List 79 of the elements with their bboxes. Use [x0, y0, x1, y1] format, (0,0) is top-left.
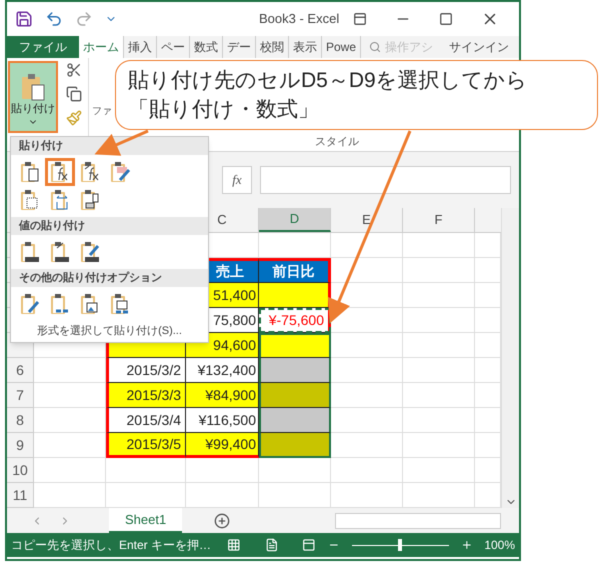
ribbon-display-icon[interactable]: [353, 12, 367, 26]
page-layout-icon[interactable]: [264, 538, 278, 552]
grid-cell: [403, 258, 475, 283]
grid-cell: [331, 383, 403, 408]
cut-icon[interactable]: [66, 62, 82, 78]
sign-in-button[interactable]: サインイン: [441, 36, 518, 58]
normal-view-icon[interactable]: [227, 538, 241, 552]
clipboard-icon: [48, 240, 72, 264]
save-icon[interactable]: [15, 10, 33, 28]
clipboard-icon: [108, 160, 132, 184]
column-header[interactable]: D: [259, 208, 331, 232]
table-cell: 前日比: [259, 258, 331, 283]
grid-cell: [331, 233, 403, 258]
table-cell: ¥132,400: [186, 358, 259, 383]
grid-cell: [331, 333, 403, 358]
grid-cell: [331, 433, 403, 458]
table-cell: 2015/3/5: [106, 433, 186, 458]
status-message: コピー先を選択し、Enter キーを押…: [11, 537, 212, 554]
ribbon-tab[interactable]: ホーム: [79, 36, 124, 58]
grid-cell: [403, 283, 475, 308]
menu-section-title: 値の貼り付け: [11, 217, 208, 235]
table-cell: 2015/3/4: [106, 408, 186, 433]
callout-line: 「貼り付け・数式」: [128, 97, 320, 123]
row-header[interactable]: 8: [7, 408, 34, 433]
grid-cell: [331, 258, 403, 283]
window-title: Book3 - Excel: [259, 10, 340, 28]
table-cell: 2015/3/3: [106, 383, 186, 408]
zoom-slider[interactable]: [352, 539, 449, 551]
row-header[interactable]: 6: [7, 358, 34, 383]
formula-input[interactable]: [260, 166, 511, 194]
row-header[interactable]: 11: [7, 483, 34, 508]
maximize-icon[interactable]: [439, 12, 453, 26]
column-header[interactable]: E: [331, 208, 403, 232]
grid-cell: [331, 358, 403, 383]
group-label: スタイル: [315, 134, 359, 150]
table-cell: ¥99,400: [186, 433, 259, 458]
table-cell: ¥116,500: [186, 408, 259, 433]
slider-thumb[interactable]: [398, 539, 402, 551]
grid-cell: [403, 383, 475, 408]
sheet-tab[interactable]: Sheet1: [109, 508, 182, 533]
file-tab[interactable]: ファイル: [7, 36, 79, 58]
insert-function-button[interactable]: fx: [222, 166, 252, 194]
grid-cell: [403, 233, 475, 258]
row-header[interactable]: 9: [7, 433, 34, 458]
grid-cell: [331, 458, 403, 483]
grid-cell: [403, 408, 475, 433]
zoom-in-icon[interactable]: [460, 539, 472, 551]
clipboard-icon: [78, 240, 102, 264]
clipboard-icon: [20, 72, 46, 100]
search-icon: [369, 41, 382, 53]
grid-cell: [403, 433, 475, 458]
undo-icon[interactable]: [45, 10, 63, 28]
grid-cell: [403, 458, 475, 483]
menu-section-title: 貼り付け: [11, 137, 208, 155]
grid-cell: [403, 358, 475, 383]
column-header[interactable]: F: [403, 208, 475, 232]
grid-cell: [34, 458, 106, 483]
grid-cell: [331, 308, 403, 333]
clipboard-icon: [18, 292, 42, 316]
grid-cell: [403, 308, 475, 333]
callout-line: 貼り付け先のセルD5～D9を選択してから: [128, 68, 529, 94]
new-sheet-icon[interactable]: [214, 512, 230, 528]
horizontal-scrollbar[interactable]: [335, 512, 501, 528]
row-header[interactable]: 10: [7, 458, 34, 483]
table-cell: 2015/3/2: [106, 358, 186, 383]
table-cell: ¥-75,600: [259, 308, 331, 333]
grid-cell: [403, 333, 475, 358]
paste-button[interactable]: 貼り付け: [8, 61, 58, 133]
page-break-icon[interactable]: [302, 538, 316, 552]
paste-option-button[interactable]: [45, 158, 75, 186]
grid-cell: [331, 408, 403, 433]
table-cell: ¥84,900: [186, 383, 259, 408]
menu-section-title: その他の貼り付けオプション: [11, 269, 208, 287]
copy-icon[interactable]: [66, 86, 82, 102]
clipboard-icon: [18, 240, 42, 264]
zoom-level: 100%: [484, 537, 516, 554]
row-header[interactable]: 7: [7, 383, 34, 408]
grid-cell: [259, 458, 331, 483]
group-label: ファ: [92, 106, 112, 117]
